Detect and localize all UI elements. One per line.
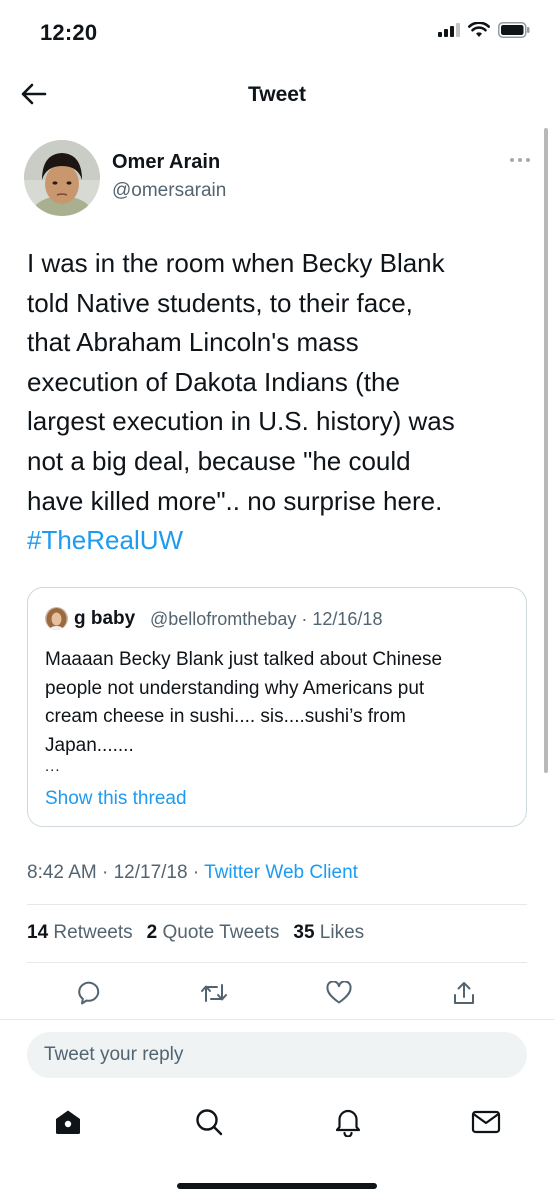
divider	[27, 904, 527, 905]
retweets-stat[interactable]: 14 Retweets	[27, 922, 133, 944]
header: Tweet	[0, 66, 554, 124]
tweet-actions	[27, 970, 527, 1016]
status-bar: 12:20	[0, 0, 554, 66]
tweet-time: 8:42 AM	[27, 862, 97, 883]
quote-author-avatar[interactable]	[45, 607, 68, 630]
tweet-text-line: execution of Dakota Indians (the	[27, 366, 400, 397]
page-title: Tweet	[248, 83, 306, 106]
tweet-text-line: largest execution in U.S. history) was	[27, 406, 455, 437]
tweet-text-line: that Abraham Lincoln's mass	[27, 327, 359, 358]
like-icon[interactable]	[322, 976, 356, 1010]
tweet-date: 12/17/18	[113, 862, 188, 883]
retweet-icon[interactable]	[197, 976, 231, 1010]
likes-label: Likes	[319, 922, 365, 943]
divider	[27, 962, 527, 963]
quote-ellipsis: ...	[45, 758, 61, 775]
tweet-text-line: not a big deal, because "he could	[27, 445, 411, 476]
author-avatar[interactable]	[24, 140, 100, 216]
author-handle[interactable]: @omersarain	[112, 180, 226, 202]
tweet-text-line: I was in the room when Becky Blank	[27, 248, 445, 278]
show-thread-link[interactable]: Show this thread	[45, 788, 187, 810]
tweet-timestamp: 8:42 AM · 12/17/18 · Twitter Web Client	[27, 862, 358, 884]
quote-tweet-card[interactable]: g baby @bellofromthebay · 12/16/18 Maaaa…	[27, 587, 527, 827]
more-options-icon[interactable]	[510, 158, 530, 162]
scrollbar[interactable]	[544, 128, 548, 773]
retweets-count: 14	[27, 922, 49, 943]
likes-stat[interactable]: 35 Likes	[293, 922, 364, 944]
likes-count: 35	[293, 922, 315, 943]
quote-author-handle: @bellofromthebay	[150, 609, 297, 629]
share-icon[interactable]	[447, 976, 481, 1010]
quote-text-line: Japan.......	[45, 734, 134, 756]
hashtag-link[interactable]: #TheRealUW	[27, 521, 527, 561]
timestamp-separator: ·	[102, 862, 109, 883]
wifi-icon	[468, 21, 490, 43]
quotes-count: 2	[146, 922, 158, 943]
tweet-text: I was in the room when Becky Blank told …	[27, 244, 527, 561]
quote-meta: @bellofromthebay · 12/16/18	[150, 609, 382, 630]
reply-icon[interactable]	[73, 976, 107, 1010]
bottom-nav	[0, 1098, 554, 1148]
messages-icon[interactable]	[468, 1104, 504, 1140]
timestamp-separator: ·	[192, 862, 200, 883]
quote-text: Maaaan Becky Blank just talked about Chi…	[45, 646, 515, 760]
quote-date: 12/16/18	[312, 609, 383, 629]
signal-icon	[438, 23, 460, 42]
home-icon[interactable]	[50, 1104, 86, 1140]
notifications-icon[interactable]	[330, 1104, 366, 1140]
reply-box[interactable]	[27, 1032, 527, 1078]
quote-text-line: people not understanding why Americans p…	[45, 677, 425, 699]
quote-text-line: cream cheese in sushi.... sis....sushi’s…	[45, 706, 406, 727]
quote-text-line: Maaaan Becky Blank just talked about Chi…	[45, 649, 443, 670]
search-icon[interactable]	[191, 1104, 227, 1140]
reply-input[interactable]	[27, 1032, 527, 1078]
author-name[interactable]: Omer Arain	[112, 151, 220, 174]
retweets-label: Retweets	[53, 922, 133, 943]
quote-author-name[interactable]: g baby	[74, 608, 135, 630]
tweet-stats: 14 Retweets 2 Quote Tweets 35 Likes	[27, 922, 364, 944]
tweet-text-line: have killed more".. no surprise here.	[27, 485, 443, 516]
status-icons	[438, 21, 530, 43]
home-indicator	[177, 1183, 377, 1189]
status-time: 12:20	[40, 20, 98, 45]
tweet-text-line: told Native students, to their face,	[27, 287, 413, 318]
quotes-label: Quote Tweets	[162, 922, 280, 943]
tweet-client-link[interactable]: Twitter Web Client	[204, 862, 358, 883]
battery-icon	[498, 22, 530, 43]
quotes-stat[interactable]: 2 Quote Tweets	[147, 922, 280, 944]
quote-separator: ·	[301, 609, 308, 629]
divider	[0, 1019, 554, 1020]
